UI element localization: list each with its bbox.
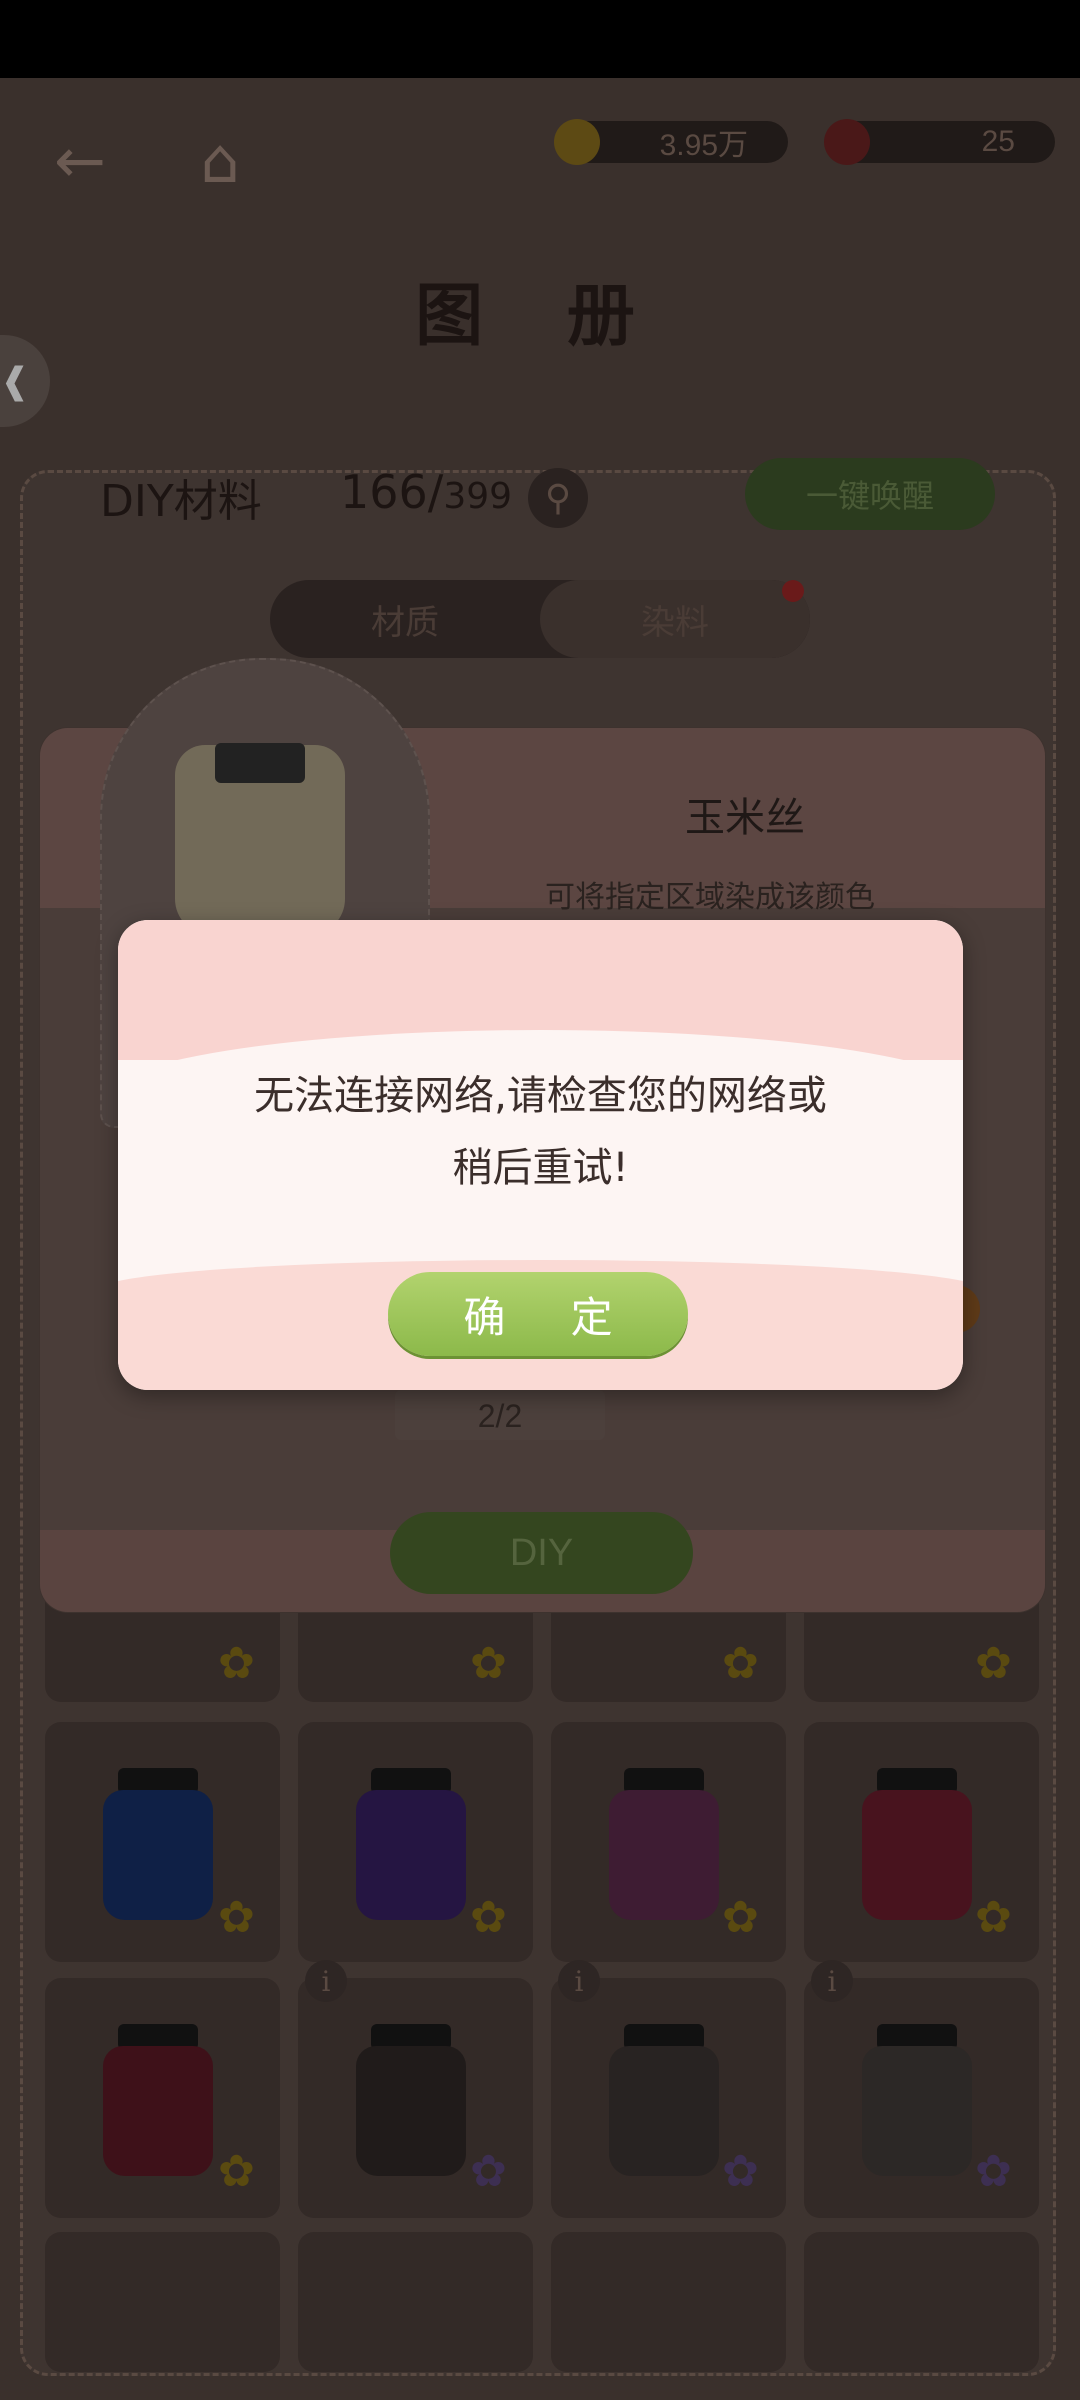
search-icon[interactable]: ⚲ xyxy=(528,468,588,528)
progress-current: 166/ xyxy=(340,465,444,519)
progress-total: 399 xyxy=(443,476,513,517)
wake-all-button[interactable]: 一键唤醒 xyxy=(745,458,995,530)
dye-bottle-dark xyxy=(356,2046,466,2176)
category-label: DIY材料 xyxy=(100,476,262,527)
gem-amount: 25 xyxy=(981,125,1015,158)
coin-counter: 3.95万 xyxy=(554,119,788,165)
coin-icon xyxy=(554,119,600,165)
dye-bottle-light xyxy=(862,2046,972,2176)
flower-icon: ✿ xyxy=(218,1638,255,1689)
grid-cell[interactable] xyxy=(551,2232,786,2372)
item-name: 玉米丝 xyxy=(685,795,805,841)
flower-icon: ✿ xyxy=(218,2146,255,2197)
dye-bottle-plum xyxy=(609,1790,719,1920)
info-icon[interactable]: i xyxy=(305,1960,347,2002)
network-error-dialog: 无法连接网络,请检查您的网络或 稍后重试! 确 定 xyxy=(118,920,963,1390)
status-bar xyxy=(0,0,1080,78)
flower-icon: ✿ xyxy=(722,1892,759,1943)
flower-icon: ✿ xyxy=(722,1638,759,1689)
flower-icon: ✿ xyxy=(975,2146,1012,2197)
flower-icon: ✿ xyxy=(722,2146,759,2197)
back-arrow-icon[interactable]: ← xyxy=(35,115,125,205)
dialog-message: 无法连接网络,请检查您的网络或 稍后重试! xyxy=(118,1060,963,1204)
flower-icon: ✿ xyxy=(975,1892,1012,1943)
page-title: 图 册 xyxy=(415,276,665,356)
double-chevron-icon: ❰ xyxy=(0,360,31,402)
coin-amount: 3.95万 xyxy=(659,129,748,162)
grid-cell[interactable] xyxy=(298,2232,533,2372)
dye-bottle-gray xyxy=(609,2046,719,2176)
diy-button[interactable]: DIY xyxy=(390,1512,693,1594)
dye-bottle-blue xyxy=(103,1790,213,1920)
item-bottle-cap xyxy=(215,743,305,783)
tab-material[interactable]: 材质 xyxy=(270,580,540,658)
dialog-message-line1: 无法连接网络,请检查您的网络或 xyxy=(254,1073,827,1119)
flower-icon: ✿ xyxy=(218,1892,255,1943)
confirm-button[interactable]: 确 定 xyxy=(388,1272,688,1356)
info-icon[interactable]: i xyxy=(811,1960,853,2002)
home-icon[interactable]: ⌂ xyxy=(175,115,265,205)
notification-dot xyxy=(782,580,804,602)
flower-icon: ✿ xyxy=(470,1638,507,1689)
flower-icon: ✿ xyxy=(975,1638,1012,1689)
dye-bottle-crimson xyxy=(862,1790,972,1920)
gem-counter: 25 xyxy=(824,119,1055,165)
gem-icon xyxy=(824,119,870,165)
grid-cell[interactable] xyxy=(45,2232,280,2372)
tab-dye[interactable]: 染料 xyxy=(540,580,810,658)
item-description: 可将指定区域染成该颜色 xyxy=(545,880,875,915)
grid-cell[interactable] xyxy=(804,2232,1039,2372)
collection-progress: 166/399 xyxy=(340,465,512,519)
flower-icon: ✿ xyxy=(470,1892,507,1943)
item-count: 2/2 xyxy=(477,1398,523,1434)
dye-bottle-purple xyxy=(356,1790,466,1920)
flower-icon: ✿ xyxy=(470,2146,507,2197)
info-icon[interactable]: i xyxy=(558,1960,600,2002)
dialog-message-line2: 稍后重试! xyxy=(452,1145,629,1191)
dye-bottle-red xyxy=(103,2046,213,2176)
